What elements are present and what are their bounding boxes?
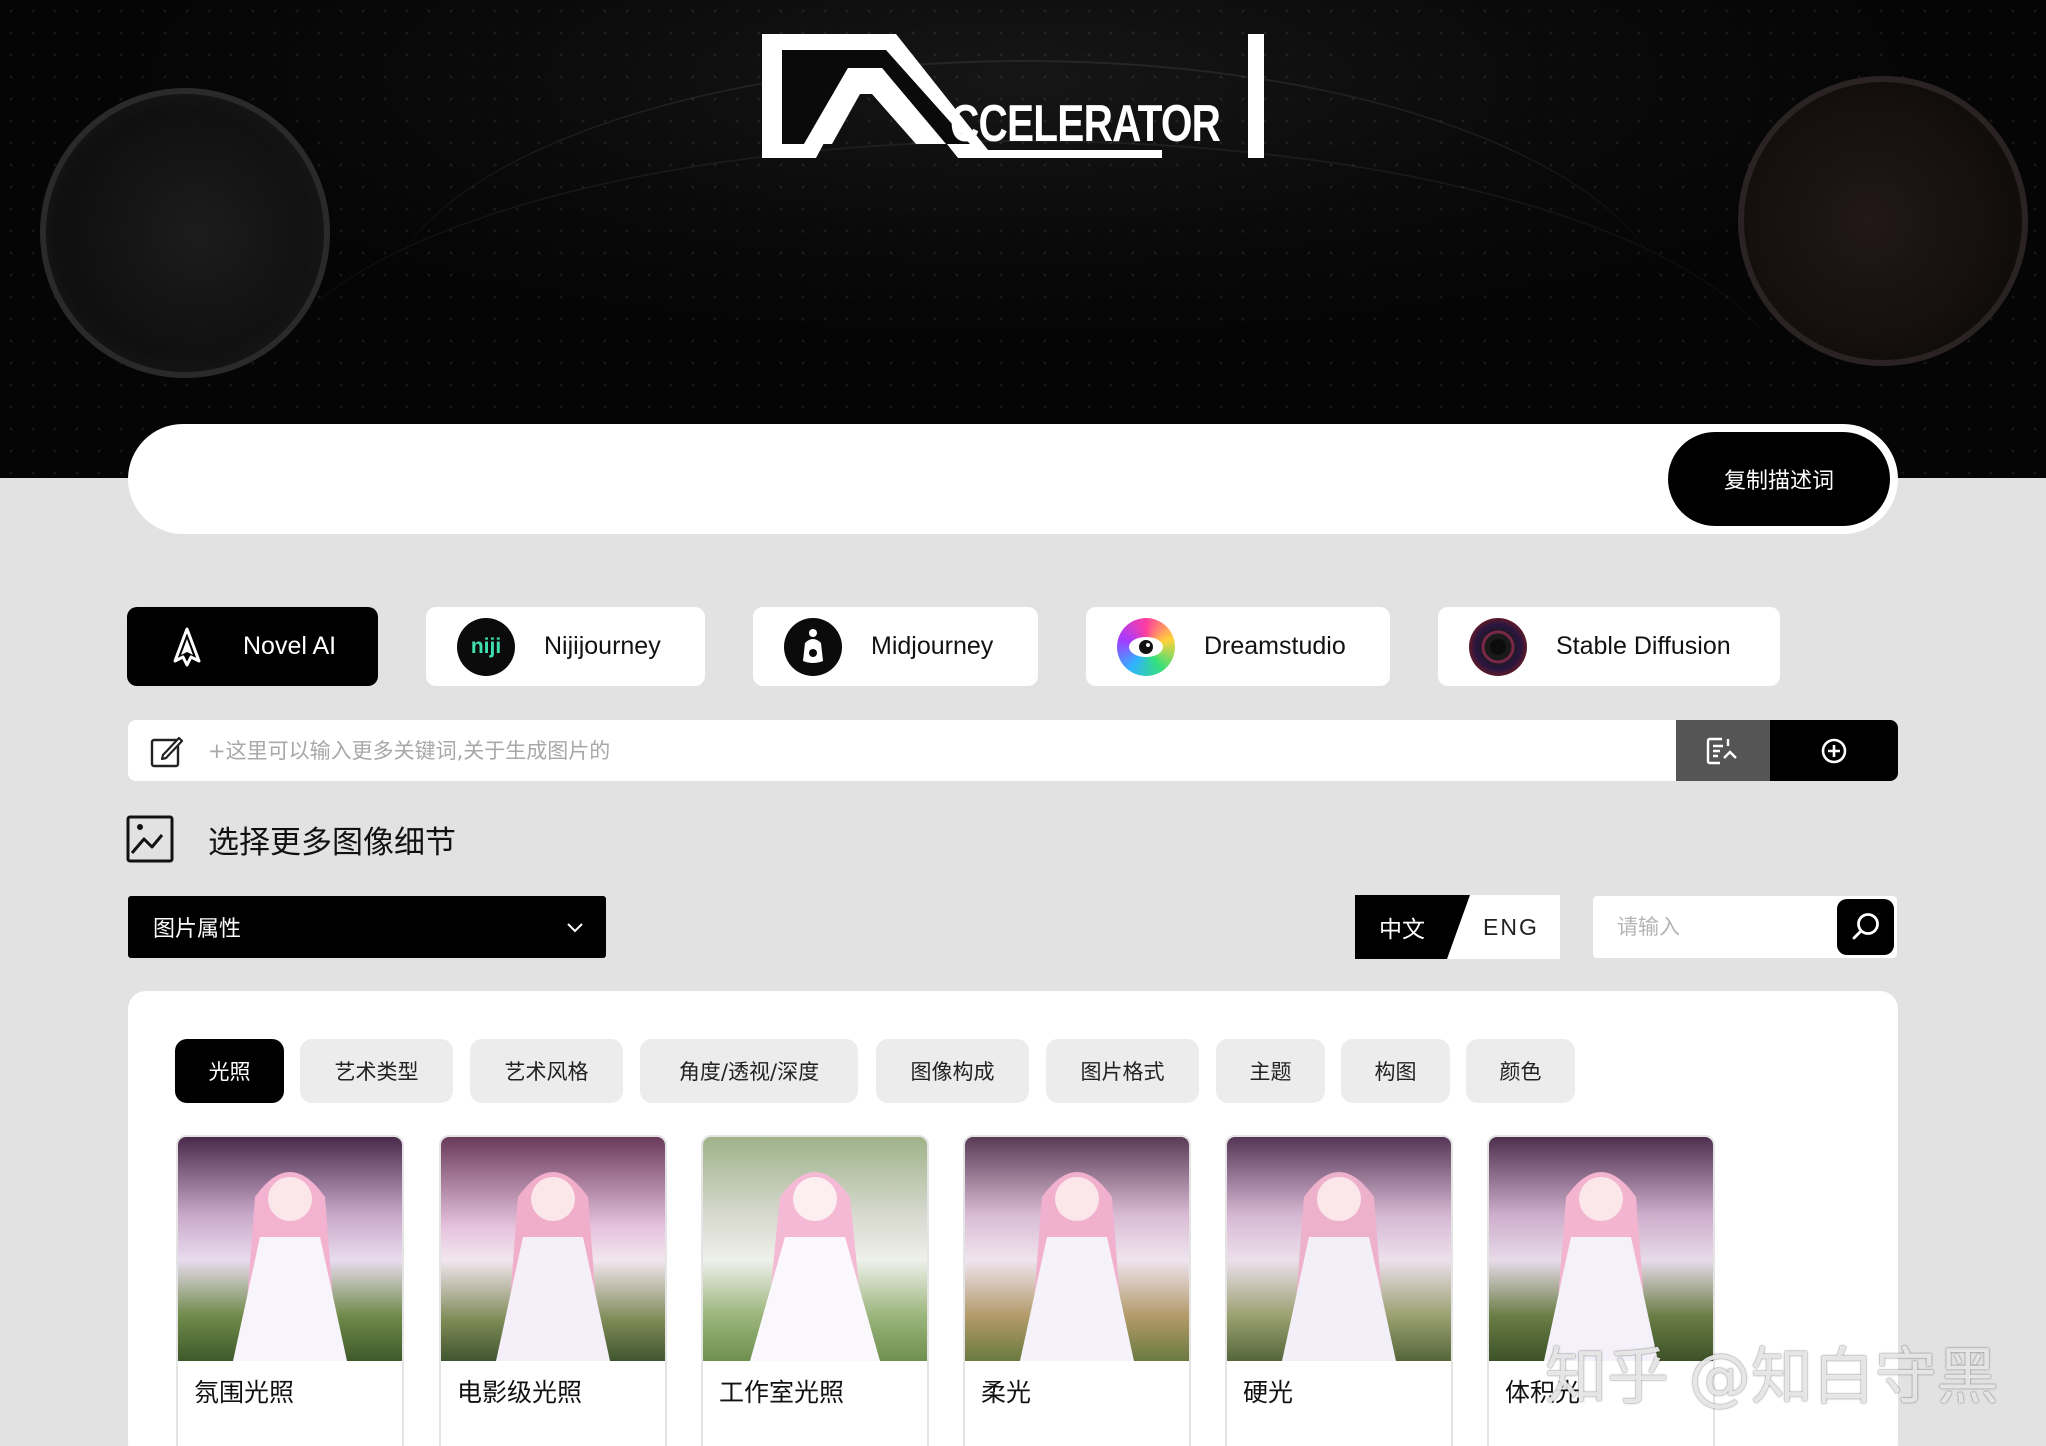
card-label: 工作室光照 xyxy=(719,1378,845,1407)
model-tab-label: Nijijourney xyxy=(544,632,661,660)
copy-prompt-button[interactable]: 复制描述词 xyxy=(1668,432,1890,526)
image-details-icon xyxy=(126,815,174,863)
add-keyword-button[interactable] xyxy=(1770,720,1898,781)
card-label: 电影级光照 xyxy=(457,1378,583,1407)
category-tab[interactable]: 主题 xyxy=(1216,1039,1325,1103)
niji-logo-icon: niji xyxy=(457,617,515,676)
category-tab[interactable]: 艺术类型 xyxy=(300,1039,453,1103)
card-thumbnail xyxy=(1227,1137,1451,1361)
lighting-option-card[interactable]: 电影级光照 xyxy=(439,1135,667,1446)
dreamstudio-logo-icon xyxy=(1117,617,1175,676)
keyword-input[interactable] xyxy=(208,720,1648,781)
card-label: 柔光 xyxy=(981,1378,1032,1407)
section-title: 选择更多图像细节 xyxy=(208,825,456,861)
category-tab[interactable]: 图片格式 xyxy=(1046,1039,1199,1103)
edit-icon xyxy=(150,736,184,768)
lighting-option-card[interactable]: 氛围光照 xyxy=(176,1135,404,1446)
logo-wordmark: CCELERATOR xyxy=(950,95,1221,153)
category-tab[interactable]: 艺术风格 xyxy=(470,1039,623,1103)
accelerator-logo: CCELERATOR xyxy=(760,32,1266,160)
model-tab-label: Midjourney xyxy=(871,632,994,660)
model-tab-nijijourney[interactable]: niji Nijijourney xyxy=(426,607,705,686)
watermark: 知乎 @知白守黑 xyxy=(1545,1340,1999,1413)
category-tab[interactable]: 颜色 xyxy=(1466,1039,1575,1103)
language-en-option[interactable]: ENG xyxy=(1483,895,1539,959)
category-tab[interactable]: 光照 xyxy=(175,1039,284,1103)
model-tab-stable-diffusion[interactable]: Stable Diffusion xyxy=(1438,607,1780,686)
category-tab[interactable]: 构图 xyxy=(1341,1039,1450,1103)
chevron-down-icon xyxy=(567,923,583,933)
search-box xyxy=(1593,896,1897,958)
lighting-option-card[interactable]: 硬光 xyxy=(1225,1135,1453,1446)
card-thumbnail xyxy=(178,1137,402,1361)
midjourney-logo-icon xyxy=(784,617,842,676)
prompt-output-field[interactable]: 复制描述词 xyxy=(128,424,1898,534)
model-tab-novel-ai[interactable]: Novel AI xyxy=(127,607,378,686)
banner-planet-left xyxy=(40,88,330,378)
card-thumbnail xyxy=(703,1137,927,1361)
search-icon xyxy=(1852,913,1879,940)
novelai-logo-icon xyxy=(167,618,207,676)
model-tab-dreamstudio[interactable]: Dreamstudio xyxy=(1086,607,1390,686)
card-label: 氛围光照 xyxy=(194,1378,295,1407)
card-thumbnail xyxy=(441,1137,665,1361)
model-tab-label: Dreamstudio xyxy=(1204,632,1346,660)
list-edit-icon xyxy=(1706,737,1737,764)
lighting-option-card[interactable]: 柔光 xyxy=(963,1135,1191,1446)
model-tab-label: Stable Diffusion xyxy=(1556,632,1731,660)
attribute-select-value: 图片属性 xyxy=(153,917,242,942)
plus-circle-icon xyxy=(1821,738,1847,763)
attribute-select[interactable]: 图片属性 xyxy=(128,896,606,958)
keyword-input-bar xyxy=(128,720,1898,781)
lighting-option-card[interactable]: 工作室光照 xyxy=(701,1135,929,1446)
banner-planet-right xyxy=(1738,76,2028,366)
search-input[interactable] xyxy=(1617,896,1827,958)
language-toggle: 中文 ENG xyxy=(1355,895,1560,959)
language-zh-option[interactable]: 中文 xyxy=(1355,895,1470,959)
search-button[interactable] xyxy=(1837,899,1894,955)
card-label: 硬光 xyxy=(1243,1378,1294,1407)
model-tab-label: Novel AI xyxy=(243,632,337,660)
stable-diffusion-logo-icon xyxy=(1469,617,1527,676)
model-tab-midjourney[interactable]: Midjourney xyxy=(753,607,1038,686)
category-tab[interactable]: 图像构成 xyxy=(876,1039,1029,1103)
keyword-list-button[interactable] xyxy=(1676,720,1770,781)
header-banner: CCELERATOR xyxy=(0,0,2046,478)
card-thumbnail xyxy=(965,1137,1189,1361)
category-tab[interactable]: 角度/透视/深度 xyxy=(640,1039,858,1103)
